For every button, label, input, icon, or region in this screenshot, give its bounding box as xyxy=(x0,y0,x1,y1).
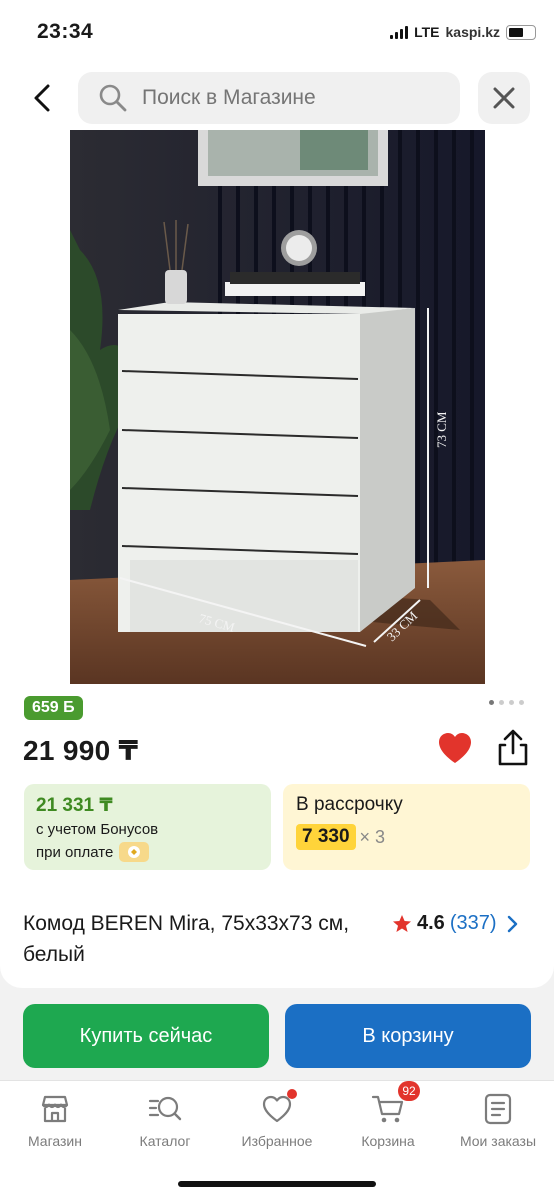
nav-item-cart[interactable]: 92 Корзина xyxy=(333,1081,443,1149)
add-to-cart-button[interactable]: В корзину xyxy=(285,1004,531,1068)
installment-row: 7 330 × 3 xyxy=(296,824,517,850)
search-bar[interactable] xyxy=(78,72,460,124)
bonus-badge: 659 Б xyxy=(24,696,83,720)
installment-box[interactable]: В рассрочку 7 330 × 3 xyxy=(283,784,530,870)
favorite-button[interactable] xyxy=(436,730,474,768)
bonus-caption-1: с учетом Бонусов xyxy=(36,821,159,838)
cart-icon: 92 xyxy=(370,1081,420,1127)
chevron-left-icon xyxy=(34,84,50,112)
carousel-dot[interactable] xyxy=(509,700,514,705)
nav-label: Каталог xyxy=(139,1133,191,1149)
bonus-price-box[interactable]: 21 331 ₸ с учетом Бонусов при оплате xyxy=(24,784,271,870)
back-button[interactable] xyxy=(22,78,62,118)
nav-label: Корзина xyxy=(361,1133,415,1149)
signal-icon xyxy=(390,25,409,39)
installment-times: × 3 xyxy=(359,826,386,847)
product-title: Комод BEREN Mira, 75х33х73 см, белый xyxy=(23,912,350,966)
rating-link[interactable]: 4.6 (337) xyxy=(392,908,518,939)
nav-item-catalog[interactable]: Каталог xyxy=(110,1091,220,1149)
nav-item-favorites[interactable]: Избранное xyxy=(222,1089,332,1149)
rating-value: 4.6 xyxy=(417,912,445,934)
star-icon xyxy=(393,914,411,932)
dimension-height-label: 73 СМ xyxy=(434,411,449,448)
nav-label: Мои заказы xyxy=(459,1133,537,1149)
battery-icon xyxy=(506,24,536,40)
search-input[interactable] xyxy=(142,86,442,110)
orders-icon xyxy=(480,1091,516,1127)
nav-item-shop[interactable]: Магазин xyxy=(0,1091,110,1149)
installment-title: В рассрочку xyxy=(296,794,403,815)
heart-icon xyxy=(259,1089,297,1127)
carousel-dot[interactable] xyxy=(489,700,494,705)
kaspi-gold-icon xyxy=(119,842,150,862)
share-button[interactable] xyxy=(495,728,531,768)
dresser-photo-illustration: 73 СМ 75 СМ 33 СМ xyxy=(70,130,485,684)
nav-label: Избранное xyxy=(241,1133,313,1149)
network-type: LTE xyxy=(414,24,440,40)
bonus-caption-row: при оплате xyxy=(36,842,259,862)
notification-dot xyxy=(287,1089,297,1099)
top-bar xyxy=(0,64,554,130)
status-time: 23:34 xyxy=(37,20,94,43)
installment-amount: 7 330 xyxy=(296,824,356,850)
review-count: (337) xyxy=(449,912,497,934)
buy-now-button[interactable]: Купить сейчас xyxy=(23,1004,269,1068)
product-page: 23:34 LTE kaspi.kz Поиск в Магазине 73 С… xyxy=(0,0,554,1200)
close-button[interactable] xyxy=(478,72,530,124)
carousel-dot[interactable] xyxy=(499,700,504,705)
heart-filled-icon xyxy=(439,733,471,763)
product-card: 73 СМ 75 СМ 33 СМ 659 Б 21 990 ₸ 21 331 … xyxy=(0,130,554,988)
home-indicator xyxy=(178,1181,376,1187)
product-photo[interactable]: 73 СМ 75 СМ 33 СМ xyxy=(70,130,485,684)
bonus-caption-2: при оплате xyxy=(36,843,114,861)
cart-count-badge: 92 xyxy=(398,1081,420,1101)
purchase-actions: Купить сейчас В корзину xyxy=(0,992,554,1080)
bonus-price: 21 331 ₸ xyxy=(36,795,113,816)
close-icon xyxy=(493,87,515,109)
status-indicators: LTE kaspi.kz xyxy=(390,24,536,40)
carousel-dots[interactable] xyxy=(489,700,524,705)
share-icon xyxy=(498,729,528,766)
carousel-dot[interactable] xyxy=(519,700,524,705)
catalog-search-icon xyxy=(147,1091,183,1127)
search-icon xyxy=(99,84,127,112)
nav-item-orders[interactable]: Мои заказы xyxy=(443,1091,553,1149)
nav-label: Магазин xyxy=(27,1133,82,1149)
shop-icon xyxy=(37,1091,73,1127)
product-price: 21 990 ₸ xyxy=(23,735,139,766)
carrier-label: kaspi.kz xyxy=(445,24,500,40)
status-bar: 23:34 LTE kaspi.kz xyxy=(0,0,554,64)
chevron-right-icon xyxy=(507,915,517,932)
